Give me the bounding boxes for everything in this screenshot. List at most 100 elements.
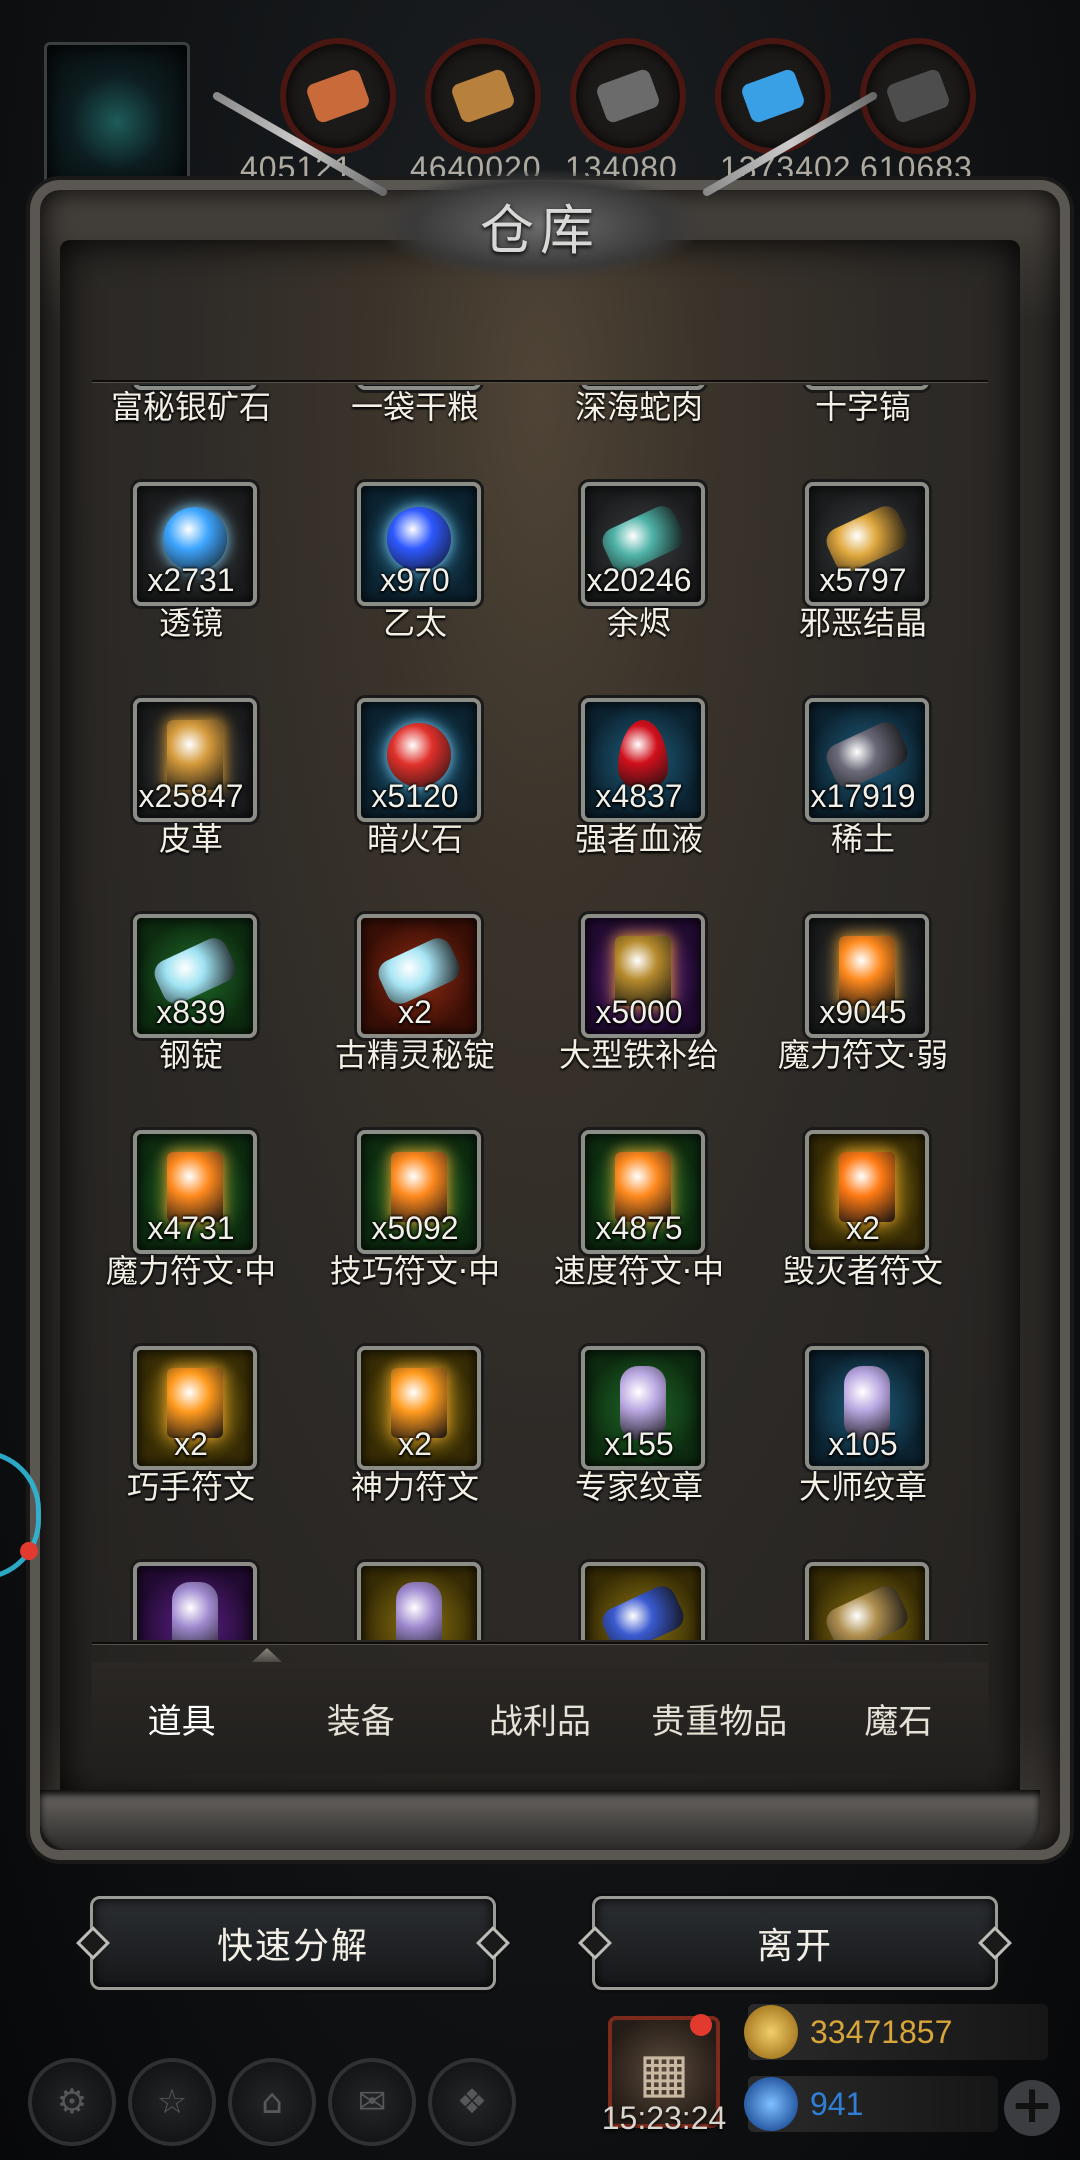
item-name: 巧手符文 [126, 1468, 255, 1506]
crystal-icon[interactable] [715, 38, 831, 154]
item-cell[interactable]: x20246 余烬 [540, 466, 764, 682]
item-gem-icon [597, 1582, 689, 1640]
item-count: x2731 [147, 562, 235, 598]
item-count: x17919 [810, 778, 916, 814]
item-cell[interactable]: x4837 强者血液 [540, 682, 764, 898]
item-cell[interactable]: x2731 透镜 [92, 466, 316, 682]
add-currency-button[interactable]: + [1004, 2079, 1060, 2136]
item-name: 皮革 [158, 820, 223, 858]
item-slot[interactable] [581, 1562, 705, 1640]
item-cell[interactable]: x25847 皮革 [92, 682, 316, 898]
item-name: 暗火石 [366, 820, 463, 858]
gem-counter: 941 [744, 2076, 998, 2132]
item-name: 富秘银矿石 [110, 388, 271, 426]
item-cell[interactable]: x105 大师纹章 [764, 1330, 988, 1546]
iron-icon[interactable] [570, 38, 686, 154]
item-count: x2 [846, 1210, 880, 1246]
item-name: 一袋干粮 [350, 388, 479, 426]
item-cell[interactable] [540, 1546, 764, 1640]
item-cell[interactable]: x4875 速度符文·中 [540, 1114, 764, 1330]
item-cell[interactable]: x25深海蛇肉 [540, 385, 764, 466]
item-count: x5120 [371, 778, 459, 814]
item-cell[interactable]: x9045 魔力符文·弱 [764, 898, 988, 1114]
ore-icon[interactable] [280, 38, 396, 154]
tab-valuables[interactable]: 贵重物品 [630, 1662, 809, 1774]
gem-icon [744, 2077, 798, 2131]
wood-icon[interactable] [425, 38, 541, 154]
item-cell[interactable]: x5797 邪恶结晶 [764, 466, 988, 682]
quick-decompose-button[interactable]: 快速分解 [90, 1896, 496, 1990]
panel-bottom-ornament [40, 1790, 1040, 1850]
item-cell[interactable]: x2 巧手符文 [92, 1330, 316, 1546]
cards-icon[interactable]: ❖ [428, 2058, 516, 2146]
item-cell[interactable]: x5092 技巧符文·中 [316, 1114, 540, 1330]
clock: 15:23:24 [601, 2100, 727, 2136]
settings-icon[interactable]: ⚙ [28, 2058, 116, 2146]
tab-equipment[interactable]: 装备 [271, 1662, 450, 1774]
mail-icon[interactable]: ✉ [328, 2058, 416, 2146]
item-cell[interactable] [92, 1546, 316, 1640]
category-tabs: 道具 装备 战利品 贵重物品 魔石 [92, 1648, 988, 1774]
item-cell[interactable]: x155 专家纹章 [540, 1330, 764, 1546]
item-cell[interactable]: x839 钢锭 [92, 898, 316, 1114]
title-plate: 仓库 [380, 170, 700, 280]
item-cell[interactable]: x2 毁灭者符文 [764, 1114, 988, 1330]
item-count: x25847 [138, 778, 244, 814]
item-cell[interactable] [316, 1546, 540, 1640]
item-slot[interactable] [357, 1562, 481, 1640]
item-name: 余烬 [606, 604, 671, 642]
item-count: x105 [828, 1426, 898, 1462]
item-name: 毁灭者符文 [782, 1252, 943, 1290]
item-cell[interactable]: x4731 魔力符文·中 [92, 1114, 316, 1330]
resource-icons [280, 38, 1000, 158]
item-count: x20246 [586, 562, 692, 598]
item-count: x155 [604, 1426, 674, 1462]
item-name: 魔力符文·弱 [777, 1036, 949, 1074]
tab-loot[interactable]: 战利品 [450, 1662, 629, 1774]
notification-dot [20, 1542, 38, 1560]
item-name: 钢锭 [158, 1036, 223, 1074]
item-cell[interactable]: x5000 大型铁补给 [540, 898, 764, 1114]
item-cell[interactable]: x10一袋干粮 [316, 385, 540, 466]
item-name: 稀土 [830, 820, 895, 858]
item-count: x970 [380, 562, 450, 598]
item-cell[interactable]: x970 乙太 [316, 466, 540, 682]
tab-items[interactable]: 道具 [92, 1662, 271, 1774]
item-cell[interactable] [764, 1546, 988, 1640]
item-badge-icon [172, 1582, 218, 1640]
item-count: x9045 [819, 994, 907, 1030]
item-name: 专家纹章 [574, 1468, 703, 1506]
grid-top-divider [92, 380, 988, 382]
item-count: x5797 [819, 562, 907, 598]
achievement-icon[interactable]: ☆ [128, 2058, 216, 2146]
item-cell[interactable]: x20497十字镐 [764, 385, 988, 466]
tab-magic-stones[interactable]: 魔石 [809, 1662, 988, 1774]
leave-button[interactable]: 离开 [592, 1896, 998, 1990]
item-count: x4837 [595, 778, 683, 814]
item-count: x5092 [371, 1210, 459, 1246]
shop-icon[interactable]: ⌂ [228, 2058, 316, 2146]
item-name: 古精灵秘锭 [334, 1036, 495, 1074]
item-cell[interactable]: x5120 暗火石 [316, 682, 540, 898]
item-name: 速度符文·中 [553, 1252, 725, 1290]
item-count: x2 [398, 994, 432, 1030]
item-count: x4875 [595, 1210, 683, 1246]
item-slot[interactable] [805, 1562, 929, 1640]
item-name: 乙太 [382, 604, 447, 642]
gift-notification-dot [690, 2014, 712, 2036]
item-name: 大师纹章 [798, 1468, 927, 1506]
player-avatar[interactable] [44, 42, 190, 188]
item-name: 大型铁补给 [558, 1036, 719, 1074]
item-cell[interactable]: x17919 稀土 [764, 682, 988, 898]
item-cell[interactable]: x2 古精灵秘锭 [316, 898, 540, 1114]
item-name: 邪恶结晶 [798, 604, 927, 642]
item-name: 强者血液 [574, 820, 703, 858]
item-cell[interactable]: x2 神力符文 [316, 1330, 540, 1546]
item-slot[interactable] [133, 1562, 257, 1640]
item-badge-icon [396, 1582, 442, 1640]
grid-bottom-divider [92, 1642, 988, 1644]
item-grid[interactable]: x25富秘银矿石x10一袋干粮x25深海蛇肉x20497十字镐 x2731 透镜 x9… [92, 385, 988, 1640]
item-cell[interactable]: x25富秘银矿石 [92, 385, 316, 466]
item-gem-icon [821, 1582, 913, 1640]
gold-value: 33471857 [810, 2013, 953, 2050]
